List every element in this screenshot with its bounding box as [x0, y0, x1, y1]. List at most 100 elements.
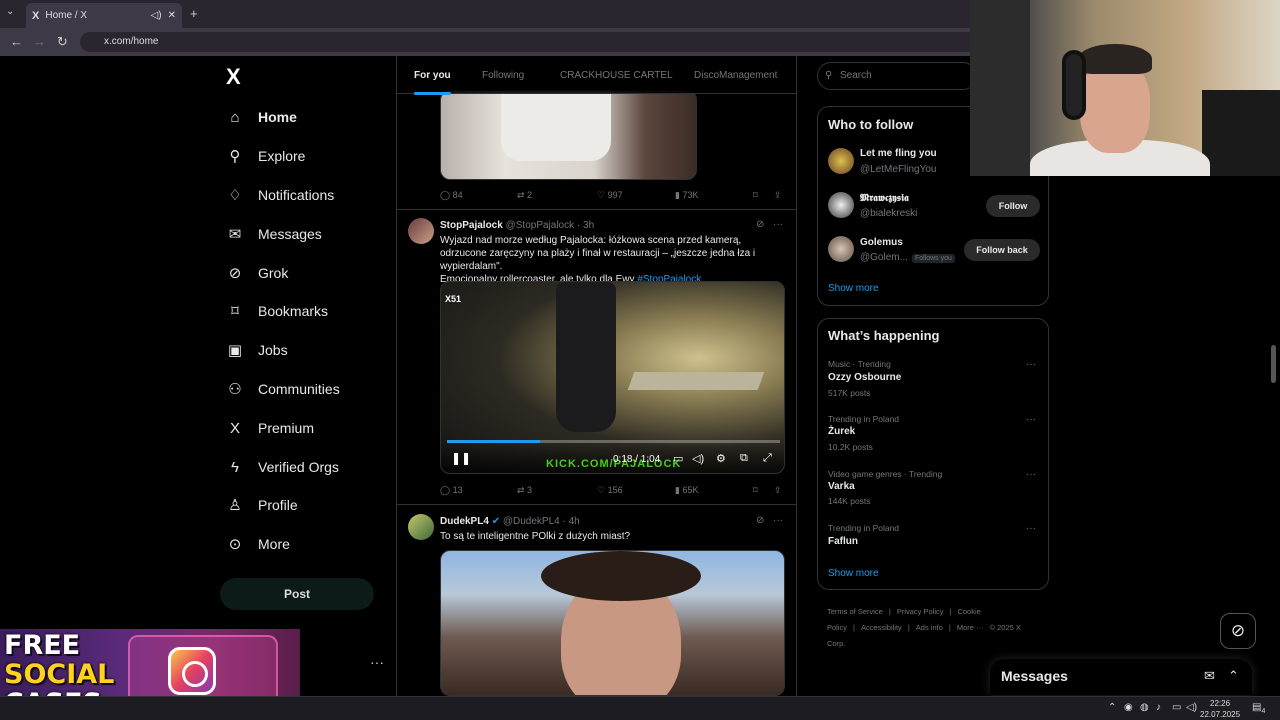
bookmark-icon[interactable]: ⌑ [753, 485, 758, 496]
url-field[interactable]: x.com/home [80, 32, 980, 52]
account-menu-icon[interactable]: ··· [370, 654, 384, 670]
follow-back-button[interactable]: Follow back [964, 239, 1040, 261]
sidebar-item-explore[interactable]: ⚲ Explore [226, 141, 306, 171]
search-input[interactable]: ⚲ Search [817, 62, 977, 90]
tab-crackhouse-cartel[interactable]: CRACKHOUSE CARTEL [560, 70, 673, 81]
forward-icon[interactable]: → [33, 34, 46, 49]
trend-meta: Trending in Poland [828, 414, 900, 424]
trend-item-name[interactable]: Varka [828, 481, 855, 492]
suggested-user-name[interactable]: Let me fling you [860, 148, 937, 159]
divider [397, 209, 796, 210]
post-button[interactable]: Post [220, 578, 374, 610]
tweet-video[interactable]: X51 KICK.COM/PAJALOCK ❚❚ 0:18 / 1:04 ▭ ◁… [440, 281, 785, 474]
repost-button[interactable]: ⇄ 3 [517, 485, 532, 496]
bookmark-icon[interactable]: ⌑ [753, 190, 758, 201]
network-icon[interactable]: ▭ [1172, 702, 1181, 713]
sidebar-item-messages[interactable]: ✉ Messages [226, 219, 322, 249]
sidebar-item-more[interactable]: ⊙ More [226, 529, 290, 559]
like-button[interactable]: ♡ 997 [597, 190, 623, 201]
new-message-icon[interactable]: ✉ [1204, 668, 1215, 684]
tab-discomanagement[interactable]: DiscoManagement [694, 70, 777, 81]
webcam-overlay [970, 0, 1280, 176]
sidebar-item-premium[interactable]: X Premium [226, 413, 314, 443]
back-icon[interactable]: ← [10, 34, 23, 49]
tweet-author[interactable]: DudekPL4 ✔ @DudekPL4 · 4h [440, 516, 580, 527]
trend-item-name[interactable]: Faflun [828, 536, 858, 547]
reply-button[interactable]: ◯ 84 [440, 190, 463, 201]
avatar[interactable] [828, 236, 854, 262]
video-progress-bar[interactable] [447, 440, 780, 443]
footer-link[interactable]: More ··· [957, 623, 984, 632]
tweet-image[interactable] [440, 550, 785, 696]
new-tab-button[interactable]: + [190, 6, 198, 21]
who-to-follow-show-more[interactable]: Show more [828, 283, 879, 294]
grok-explain-icon[interactable]: ⊘ [756, 219, 764, 230]
footer-link[interactable]: Privacy Policy [897, 607, 944, 616]
grok-floating-icon[interactable]: ⊘ [1220, 613, 1256, 649]
speaker-icon[interactable]: ◁) [151, 10, 162, 21]
x-logo-icon[interactable]: X [226, 64, 241, 90]
system-clock[interactable]: 22:26 22.07.2025 [1200, 698, 1240, 720]
tweet-author[interactable]: StopPajalock @StopPajalock · 3h [440, 220, 594, 231]
volume-icon[interactable]: ◁) [1186, 702, 1197, 713]
suggested-user-name[interactable]: Golemus [860, 237, 903, 248]
trend-more-icon[interactable]: ··· [1026, 523, 1036, 534]
trend-more-icon[interactable]: ··· [1026, 414, 1036, 425]
avatar[interactable] [408, 218, 434, 244]
browser-tab-home[interactable]: X Home / X ◁) ✕ [26, 3, 182, 28]
tweet-image[interactable] [440, 90, 697, 180]
microphone-icon[interactable]: ♪ [1156, 702, 1161, 713]
page-scrollbar[interactable] [1271, 345, 1276, 383]
tweet-more-icon[interactable]: ··· [773, 515, 783, 526]
tray-app-icon[interactable]: ◍ [1140, 702, 1149, 713]
sidebar-item-grok[interactable]: ⊘ Grok [226, 258, 289, 288]
footer-link[interactable]: Terms of Service [827, 607, 883, 616]
captions-icon[interactable]: ▭ [673, 452, 683, 465]
trend-more-icon[interactable]: ··· [1026, 359, 1036, 370]
reply-button[interactable]: ◯ 13 [440, 485, 463, 496]
footer-link[interactable]: Ads info [916, 623, 943, 632]
sidebar-item-label: More [258, 536, 290, 552]
pause-icon[interactable]: ❚❚ [451, 451, 471, 465]
fullscreen-icon[interactable]: ⤢ [763, 452, 772, 465]
volume-icon[interactable]: ◁) [692, 452, 704, 465]
tab-following[interactable]: Following [482, 70, 524, 81]
sidebar-item-bookmarks[interactable]: ⌑ Bookmarks [226, 296, 328, 326]
tab-for-you[interactable]: For you [414, 70, 451, 95]
share-icon[interactable]: ⇪ [774, 190, 782, 201]
tab-list-chevron-icon[interactable]: ⌄ [6, 6, 14, 17]
like-button[interactable]: ♡ 156 [597, 485, 623, 496]
sidebar-item-verified-orgs[interactable]: ϟ Verified Orgs [226, 452, 339, 482]
messages-drawer[interactable]: Messages ✉ ⌃ [990, 659, 1252, 695]
share-icon[interactable]: ⇪ [774, 485, 782, 496]
whats-happening-show-more[interactable]: Show more [828, 568, 879, 579]
repost-button[interactable]: ⇄ 2 [517, 190, 532, 201]
suggested-user-name[interactable]: 𝕸𝖗𝖆𝖜𝖈𝖟𝖞𝖘𝖎𝖆 [860, 193, 909, 204]
notifications-icon[interactable]: ▤4 [1252, 702, 1265, 715]
views-button[interactable]: ▮ 65K [675, 485, 698, 496]
close-tab-icon[interactable]: ✕ [168, 10, 176, 21]
sidebar-item-home[interactable]: ⌂ Home [226, 102, 296, 132]
trend-more-icon[interactable]: ··· [1026, 469, 1036, 480]
avatar[interactable] [828, 148, 854, 174]
sidebar-item-jobs[interactable]: ▣ Jobs [226, 335, 288, 365]
grok-explain-icon[interactable]: ⊘ [756, 515, 764, 526]
tweet-more-icon[interactable]: ··· [773, 219, 783, 230]
settings-gear-icon[interactable]: ⚙ [716, 452, 726, 465]
expand-drawer-icon[interactable]: ⌃ [1228, 668, 1239, 684]
tray-overflow-icon[interactable]: ⌃ [1108, 702, 1116, 713]
reload-icon[interactable]: ↻ [57, 34, 68, 50]
follow-button[interactable]: Follow [986, 195, 1040, 217]
sidebar-item-communities[interactable]: ⚇ Communities [226, 374, 339, 404]
footer-link[interactable]: Accessibility [861, 623, 902, 632]
sidebar-item-profile[interactable]: ♙ Profile [226, 490, 297, 520]
discord-icon[interactable]: ◉ [1124, 702, 1133, 713]
avatar[interactable] [828, 192, 854, 218]
trend-item-name[interactable]: Ozzy Osbourne [828, 372, 901, 383]
sidebar-item-notifications[interactable]: ♢ Notifications [226, 180, 334, 210]
trend-item-name[interactable]: Żurek [828, 426, 855, 437]
picture-in-picture-icon[interactable]: ⧉ [740, 452, 748, 465]
suggested-user-handle: @Golem... Follows you [860, 252, 955, 263]
avatar[interactable] [408, 514, 434, 540]
views-button[interactable]: ▮ 73K [675, 190, 698, 201]
